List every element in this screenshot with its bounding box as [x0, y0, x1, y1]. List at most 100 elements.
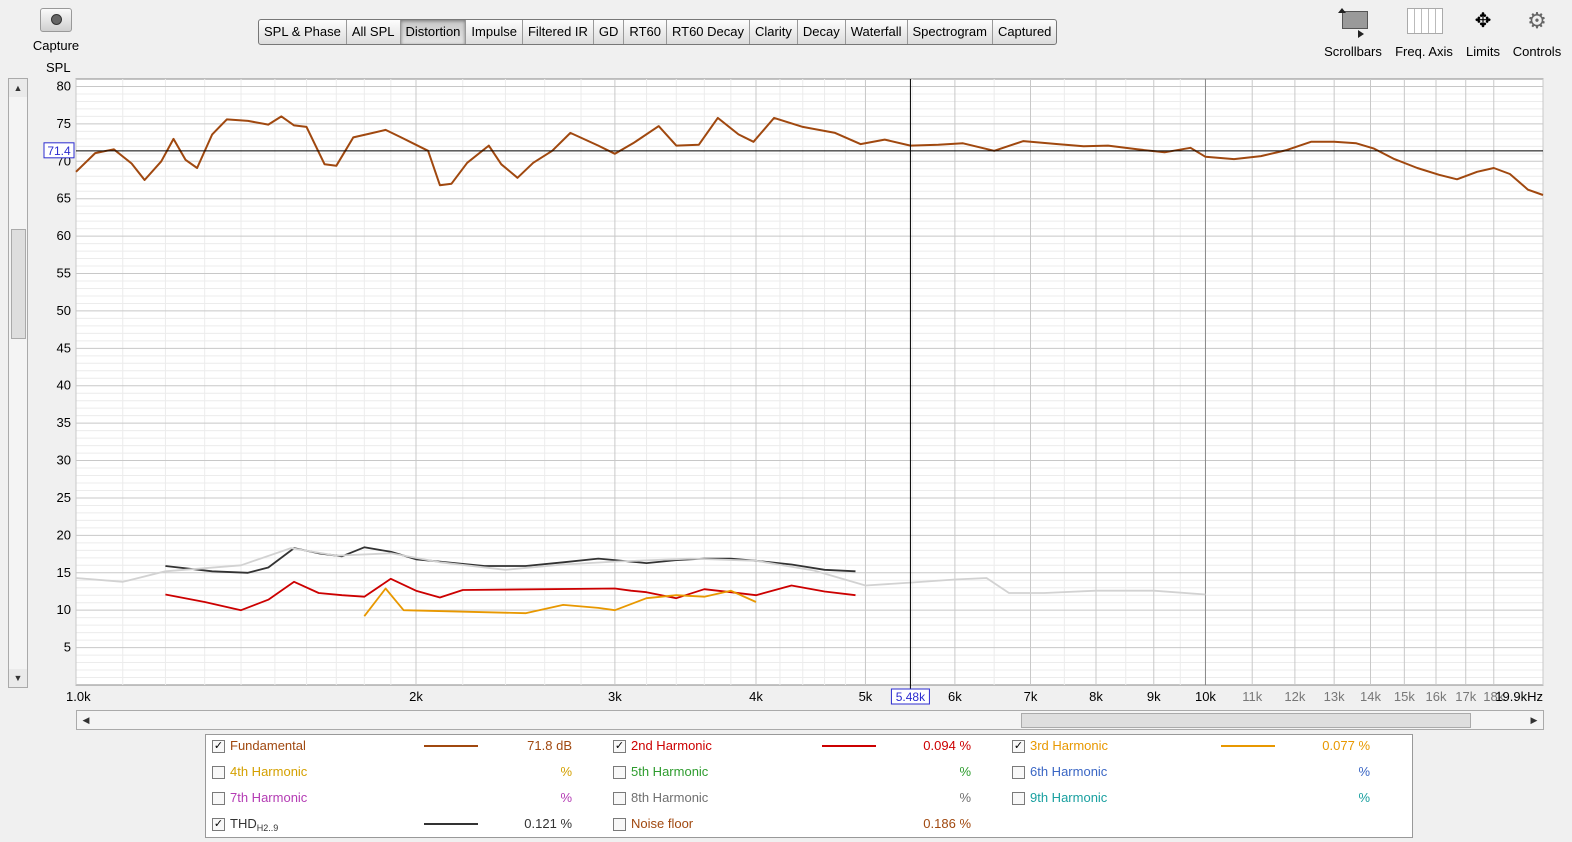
legend-value-thd: 0.121 % [524, 816, 572, 831]
legend-value-fundamental: 71.8 dB [527, 738, 572, 753]
legend-name: 5th Harmonic [631, 764, 709, 779]
x-tick-label: 13k [1324, 689, 1345, 704]
legend-name: 3rd Harmonic [1030, 738, 1109, 753]
legend-value-6th-harmonic: % [1358, 764, 1370, 779]
y-tick-label: 5 [64, 640, 71, 655]
checkbox-4th-harmonic[interactable] [212, 766, 225, 779]
scroll-right-icon[interactable]: ▶ [1525, 711, 1543, 729]
legend-item-4th-harmonic: 4th Harmonic% [210, 762, 572, 782]
legend-item-9th-harmonic: 9th Harmonic% [1010, 788, 1370, 808]
legend-item-3rd-harmonic: ✓ 3rd Harmonic 0.077 % [1010, 736, 1370, 756]
legend-label-fundamental: Fundamental [230, 736, 306, 756]
legend-name: 6th Harmonic [1030, 764, 1108, 779]
y-tick-label: 15 [57, 565, 71, 580]
y-tick-label: 35 [57, 415, 71, 430]
legend-value-8th-harmonic: % [959, 790, 971, 805]
x-tick-label: 11k [1242, 689, 1262, 704]
cursor-x-readout: 5.48k [896, 690, 926, 704]
legend-value-noise-floor: 0.186 % [923, 816, 971, 831]
x-tick-label: 3k [608, 689, 622, 704]
y-tick-label: 10 [57, 602, 71, 617]
legend-value-2nd-harmonic: 0.094 % [923, 738, 971, 753]
scroll-left-icon[interactable]: ◀ [77, 711, 95, 729]
legend-name: Fundamental [230, 738, 306, 753]
x-tick-label: 17k [1455, 689, 1476, 704]
legend-name: 9th Harmonic [1030, 790, 1108, 805]
legend-value-5th-harmonic: % [959, 764, 971, 779]
legend-line-swatch[interactable] [1221, 745, 1275, 747]
checkbox-2nd-harmonic[interactable]: ✓ [613, 740, 626, 753]
y-tick-label: 80 [57, 78, 71, 93]
plot-area [75, 78, 1544, 686]
legend-value-3rd-harmonic: 0.077 % [1322, 738, 1370, 753]
legend-label-thd: THDH2..9 [230, 814, 278, 838]
x-tick-label: 12k [1284, 689, 1305, 704]
legend-item-8th-harmonic: 8th Harmonic% [611, 788, 971, 808]
y-tick-label: 60 [57, 228, 71, 243]
legend-item-7th-harmonic: 7th Harmonic% [210, 788, 572, 808]
x-tick-label: 15k [1394, 689, 1415, 704]
horizontal-scroll-thumb[interactable] [1021, 713, 1471, 728]
legend-label-2nd-harmonic: 2nd Harmonic [631, 736, 712, 756]
checkbox-9th-harmonic[interactable] [1012, 792, 1025, 805]
legend-label-6th-harmonic: 6th Harmonic [1030, 762, 1107, 782]
checkbox-8th-harmonic[interactable] [613, 792, 626, 805]
legend-line-swatch[interactable] [822, 745, 876, 747]
x-tick-label: 8k [1089, 689, 1103, 704]
x-tick-label: 14k [1360, 689, 1381, 704]
legend-item-fundamental: ✓ Fundamental 71.8 dB [210, 736, 572, 756]
legend-label-3rd-harmonic: 3rd Harmonic [1030, 736, 1108, 756]
x-tick-label: 5k [859, 689, 873, 704]
checkbox-thd[interactable]: ✓ [212, 818, 225, 831]
x-tick-label: 9k [1147, 689, 1161, 704]
y-tick-label: 20 [57, 527, 71, 542]
y-tick-label: 30 [57, 453, 71, 468]
checkbox-6th-harmonic[interactable] [1012, 766, 1025, 779]
x-tick-label: 7k [1024, 689, 1038, 704]
legend-name: 2nd Harmonic [631, 738, 712, 753]
legend-line-swatch[interactable] [424, 823, 478, 825]
y-tick-label: 45 [57, 340, 71, 355]
x-tick-label: 4k [749, 689, 763, 704]
y-tick-label: 25 [57, 490, 71, 505]
legend-subscript: H2..9 [256, 823, 279, 833]
checkbox-5th-harmonic[interactable] [613, 766, 626, 779]
legend-line-swatch[interactable] [424, 745, 478, 747]
legend-label-8th-harmonic: 8th Harmonic [631, 788, 708, 808]
legend-item-thd: ✓ THDH2..9 0.121 % [210, 814, 572, 834]
legend-name: 7th Harmonic [230, 790, 308, 805]
legend-name: THD [230, 816, 257, 831]
x-tick-label: 19.9kHz [1495, 689, 1543, 704]
distortion-chart[interactable]: 51015202530354045505560657075801.0k 2k 3k 4… [0, 0, 1572, 706]
y-tick-label: 50 [57, 303, 71, 318]
legend-name: 4th Harmonic [230, 764, 308, 779]
x-tick-label: 10k [1195, 689, 1216, 704]
y-tick-label: 65 [57, 191, 71, 206]
y-tick-label: 55 [57, 266, 71, 281]
legend-value-7th-harmonic: % [560, 790, 572, 805]
y-tick-label: 40 [57, 378, 71, 393]
legend-label-4th-harmonic: 4th Harmonic [230, 762, 307, 782]
legend-value-9th-harmonic: % [1358, 790, 1370, 805]
legend-label-5th-harmonic: 5th Harmonic [631, 762, 708, 782]
legend-item-5th-harmonic: 5th Harmonic% [611, 762, 971, 782]
legend-label-noise-floor: Noise floor [631, 814, 693, 834]
checkbox-noise-floor[interactable] [613, 818, 626, 831]
legend-value-4th-harmonic: % [560, 764, 572, 779]
checkbox-7th-harmonic[interactable] [212, 792, 225, 805]
legend-item-6th-harmonic: 6th Harmonic% [1010, 762, 1370, 782]
y-tick-label: 75 [57, 116, 71, 131]
checkbox-3rd-harmonic[interactable]: ✓ [1012, 740, 1025, 753]
cursor-y-readout: 71.4 [47, 144, 71, 158]
legend-item-noise-floor: Noise floor 0.186 % [611, 814, 971, 834]
x-tick-label: 6k [948, 689, 962, 704]
legend-label-7th-harmonic: 7th Harmonic [230, 788, 307, 808]
legend-name: Noise floor [631, 816, 694, 831]
x-tick-label: 2k [409, 689, 423, 704]
x-tick-label: 16k [1426, 689, 1447, 704]
horizontal-scrollbar[interactable]: ◀ ▶ [76, 710, 1544, 730]
trace-legend: ✓ Fundamental 71.8 dB ✓ 2nd Harmonic 0.094 % ✓… [205, 734, 1413, 838]
legend-name: 8th Harmonic [631, 790, 709, 805]
checkbox-fundamental[interactable]: ✓ [212, 740, 225, 753]
x-tick-label: 1.0k [66, 689, 91, 704]
